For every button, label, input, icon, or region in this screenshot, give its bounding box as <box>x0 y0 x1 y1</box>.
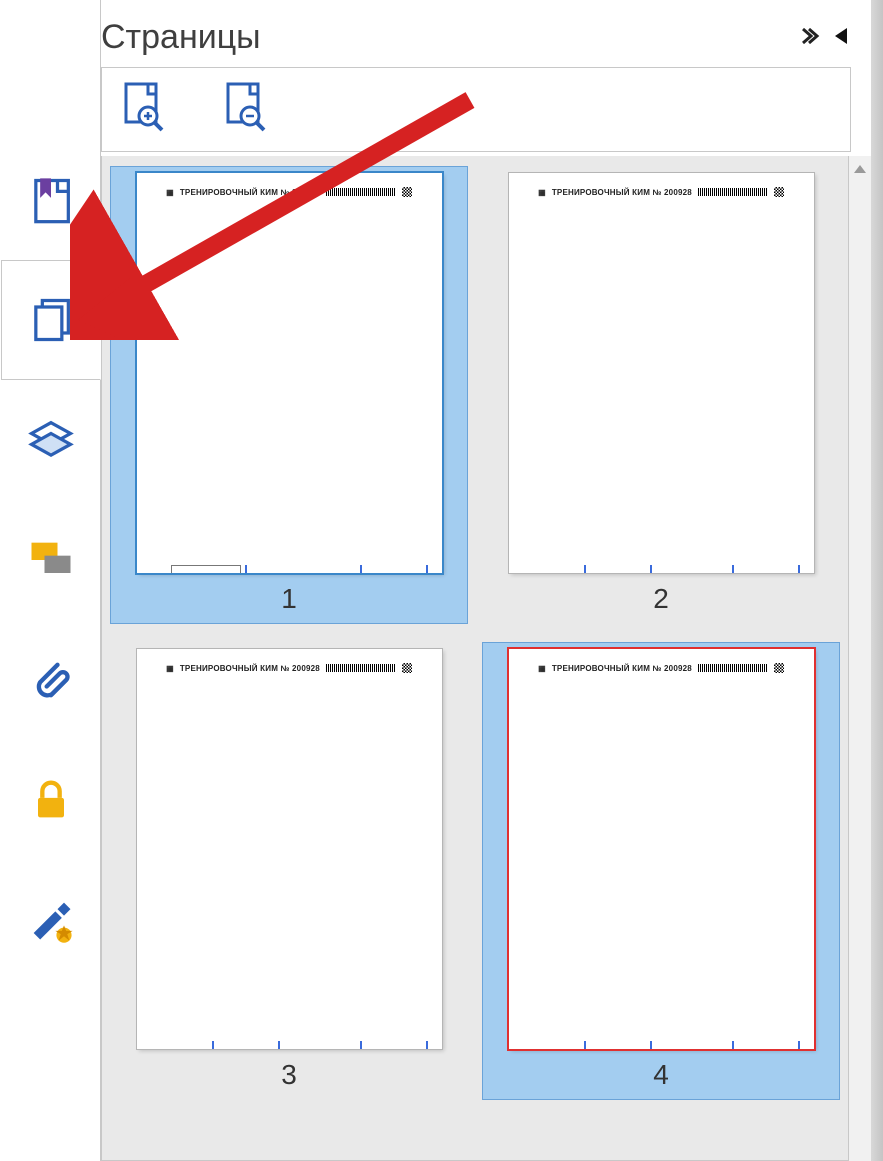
scroll-up-icon[interactable] <box>853 162 867 180</box>
page-preview: ▦ ТРЕНИРОВОЧНЫЙ КИМ № 200928 <box>509 649 814 1049</box>
pages-panel: Страницы <box>100 0 871 1161</box>
vertical-scrollbar[interactable] <box>849 156 871 1161</box>
doc-header-text: ТРЕНИРОВОЧНЫЙ КИМ № 200928 <box>180 188 320 197</box>
pages-tab[interactable] <box>1 260 101 380</box>
panel-collapse-button[interactable] <box>801 25 823 51</box>
side-tab-strip <box>0 0 100 1161</box>
doc-header-text: ТРЕНИРОВОЧНЫЙ КИМ № 200928 <box>552 188 692 197</box>
bookmarks-tab[interactable] <box>0 140 100 260</box>
thumbnail-grid: ▦ ТРЕНИРОВОЧНЫЙ КИМ № 200928 1 ▦ ТРЕНИРО… <box>101 156 849 1161</box>
doc-header-text: ТРЕНИРОВОЧНЫЙ КИМ № 200928 <box>180 664 320 673</box>
page-number-label: 1 <box>281 583 297 615</box>
attachments-tab[interactable] <box>0 620 100 740</box>
doc-header-text: ТРЕНИРОВОЧНЫЙ КИМ № 200928 <box>552 664 692 673</box>
page-thumbnail[interactable]: ▦ ТРЕНИРОВОЧНЫЙ КИМ № 200928 3 <box>110 642 468 1100</box>
security-tab[interactable] <box>0 740 100 860</box>
page-number-label: 3 <box>281 1059 297 1091</box>
page-number-label: 4 <box>653 1059 669 1091</box>
page-preview: ▦ ТРЕНИРОВОЧНЫЙ КИМ № 200928 <box>509 173 814 573</box>
comments-tab[interactable] <box>0 500 100 620</box>
page-preview: ▦ ТРЕНИРОВОЧНЫЙ КИМ № 200928 <box>137 649 442 1049</box>
window-resize-edge[interactable] <box>871 0 883 1161</box>
thumbnail-toolbar <box>101 67 851 152</box>
panel-title: Страницы <box>101 18 261 57</box>
page-thumbnail[interactable]: ▦ ТРЕНИРОВОЧНЫЙ КИМ № 200928 4 <box>482 642 840 1100</box>
thumbnail-zoom-in-button[interactable] <box>122 82 164 137</box>
panel-close-button[interactable] <box>833 25 851 51</box>
page-number-label: 2 <box>653 583 669 615</box>
page-thumbnail[interactable]: ▦ ТРЕНИРОВОЧНЫЙ КИМ № 200928 1 <box>110 166 468 624</box>
page-thumbnail[interactable]: ▦ ТРЕНИРОВОЧНЫЙ КИМ № 200928 2 <box>482 166 840 624</box>
page-preview: ▦ ТРЕНИРОВОЧНЫЙ КИМ № 200928 <box>137 173 442 573</box>
signatures-tab[interactable] <box>0 860 100 980</box>
layers-tab[interactable] <box>0 380 100 500</box>
thumbnail-zoom-out-button[interactable] <box>224 82 266 137</box>
